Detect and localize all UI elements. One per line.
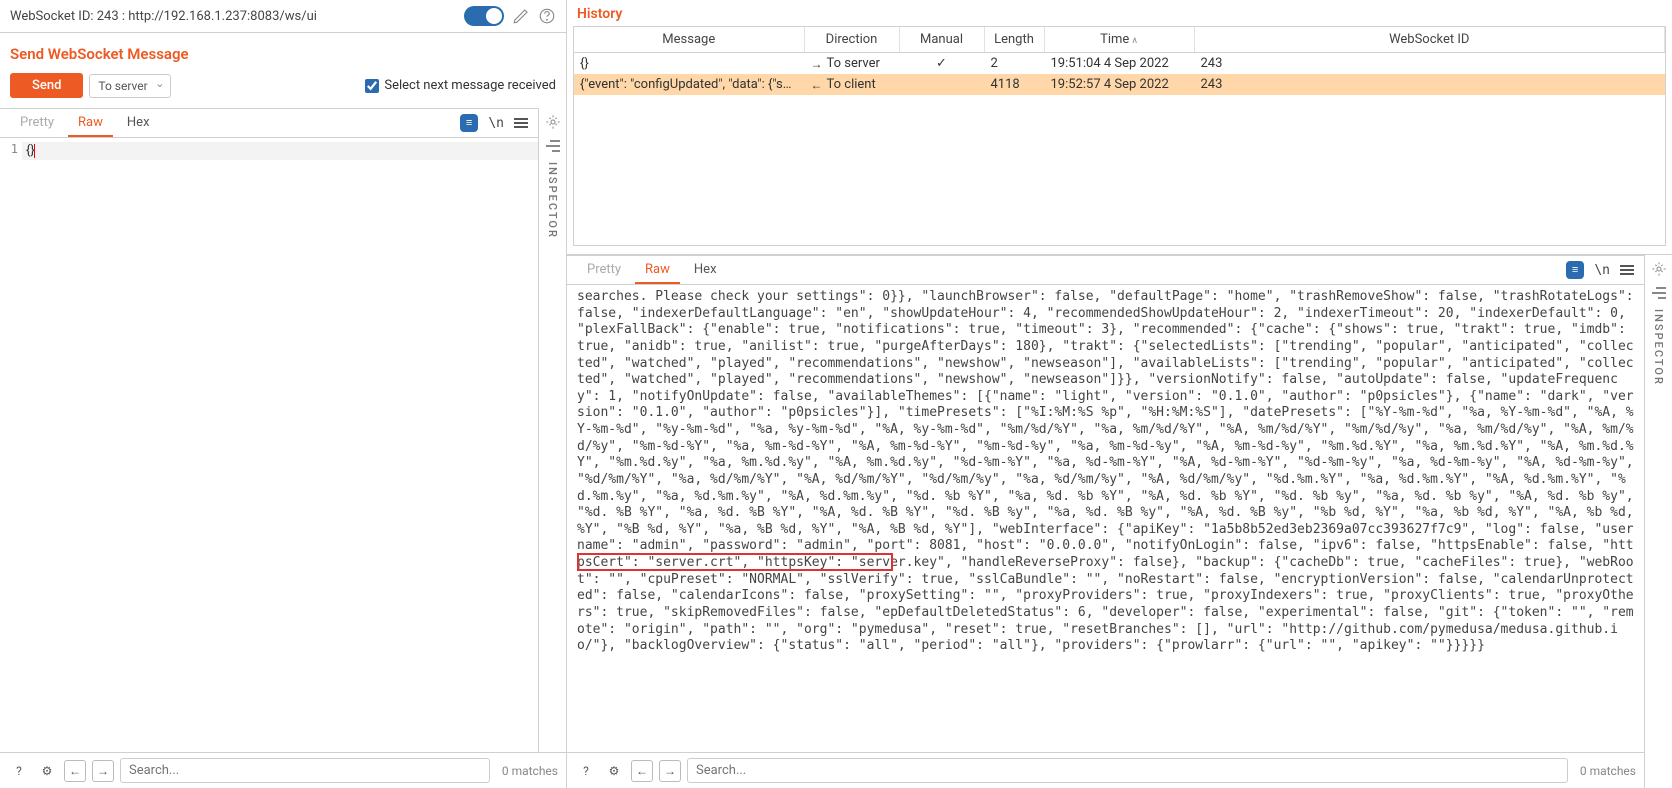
right-tab-raw[interactable]: Raw: [635, 257, 680, 284]
ws-toggle[interactable]: [464, 6, 504, 26]
col-manual[interactable]: Manual: [899, 27, 984, 53]
inspector-label[interactable]: INSPECTOR: [546, 162, 559, 239]
format-badge-icon[interactable]: ≡: [460, 114, 478, 132]
tab-hex[interactable]: Hex: [117, 110, 160, 137]
message-editor[interactable]: {}: [22, 138, 538, 752]
match-count-left: 0 matches: [496, 764, 558, 778]
history-table[interactable]: Message Direction Manual Length Time∧ We…: [573, 26, 1666, 246]
help-icon-footer[interactable]: ?: [8, 760, 30, 782]
select-next-checkbox-label[interactable]: Select next message received: [365, 78, 556, 93]
match-count-right: 0 matches: [1574, 764, 1636, 778]
panel-toggle-icon[interactable]: [546, 140, 560, 152]
ws-id-label: WebSocket ID: 243 : http://192.168.1.237…: [10, 9, 317, 24]
col-direction[interactable]: Direction: [804, 27, 899, 53]
newline-icon[interactable]: \n: [488, 116, 504, 131]
right-format-badge-icon[interactable]: ≡: [1566, 261, 1584, 279]
forward-button[interactable]: →: [92, 760, 114, 782]
right-back-button[interactable]: ←: [631, 760, 653, 782]
menu-icon[interactable]: [514, 118, 528, 128]
tab-raw[interactable]: Raw: [68, 110, 113, 137]
tab-pretty[interactable]: Pretty: [10, 110, 64, 137]
col-time[interactable]: Time∧: [1044, 27, 1194, 53]
send-section-title: Send WebSocket Message: [0, 33, 566, 73]
history-title: History: [567, 0, 1672, 26]
help-icon[interactable]: [538, 7, 556, 25]
right-panel-toggle-icon[interactable]: [1652, 287, 1666, 299]
right-help-icon[interactable]: ?: [575, 760, 597, 782]
edit-icon[interactable]: [512, 7, 530, 25]
search-input-right[interactable]: [687, 758, 1568, 783]
gear-icon[interactable]: [545, 114, 561, 130]
back-button[interactable]: ←: [64, 760, 86, 782]
right-tab-hex[interactable]: Hex: [684, 257, 727, 284]
search-input-left[interactable]: [120, 758, 490, 783]
right-tab-pretty[interactable]: Pretty: [577, 257, 631, 284]
right-inspector-label[interactable]: INSPECTOR: [1652, 309, 1665, 386]
direction-select[interactable]: To server: [89, 74, 171, 98]
col-length[interactable]: Length: [984, 27, 1044, 53]
right-settings-icon[interactable]: ⚙: [603, 760, 625, 782]
history-row[interactable]: {"event": "configUpdated", "data": {"s…←…: [574, 74, 1665, 95]
right-forward-button[interactable]: →: [659, 760, 681, 782]
right-newline-icon[interactable]: \n: [1594, 263, 1610, 278]
send-button[interactable]: Send: [10, 73, 83, 98]
col-wsid[interactable]: WebSocket ID: [1194, 27, 1665, 53]
right-menu-icon[interactable]: [1620, 265, 1634, 275]
editor-gutter: 1: [0, 138, 22, 752]
right-gear-icon[interactable]: [1651, 261, 1667, 277]
credentials-highlight: [577, 553, 893, 571]
raw-message-view[interactable]: searches. Please check your settings": 0…: [567, 285, 1644, 752]
sort-asc-icon: ∧: [1131, 36, 1138, 46]
history-row[interactable]: {}→To server✓219:51:04 4 Sep 2022243: [574, 53, 1665, 75]
settings-icon-footer[interactable]: ⚙: [36, 760, 58, 782]
col-message[interactable]: Message: [574, 27, 804, 53]
select-next-checkbox[interactable]: [365, 79, 379, 93]
